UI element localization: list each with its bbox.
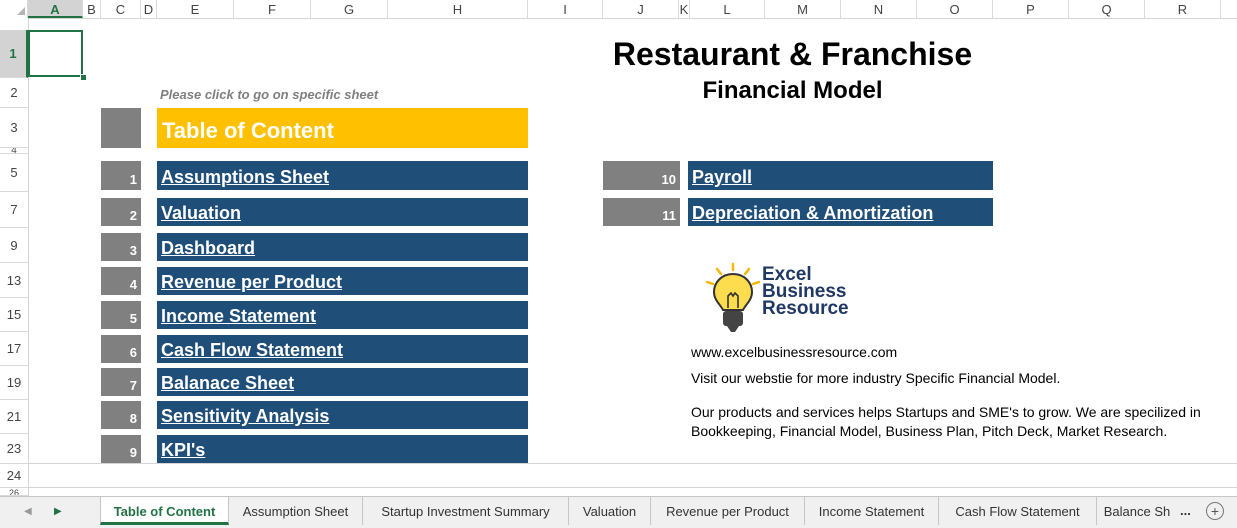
toc-number: 1 xyxy=(101,161,141,190)
row-header-19[interactable]: 19 xyxy=(0,366,28,400)
column-header-m[interactable]: M xyxy=(765,0,841,18)
column-header-i[interactable]: I xyxy=(528,0,603,18)
column-header-a[interactable]: A xyxy=(28,0,83,18)
toc-number: 4 xyxy=(101,267,141,295)
toc-link-payroll[interactable]: Payroll xyxy=(688,161,993,190)
column-header-k[interactable]: K xyxy=(679,0,690,18)
row-header-3[interactable]: 3 xyxy=(0,108,28,148)
row-header-5[interactable]: 5 xyxy=(0,154,28,192)
column-header-r[interactable]: R xyxy=(1145,0,1221,18)
row-header-bar: 1 2 3 4 5 7 9 13 15 17 19 21 23 24 26 xyxy=(0,18,29,496)
toc-link-balance-sheet[interactable]: Balanace Sheet xyxy=(157,368,528,396)
toc-number: 2 xyxy=(101,198,141,226)
toc-number: 8 xyxy=(101,401,141,429)
active-cell-a1[interactable] xyxy=(28,30,83,77)
sheet-tab-startup-investment-summary[interactable]: Startup Investment Summary xyxy=(363,497,569,525)
row-header-17[interactable]: 17 xyxy=(0,332,28,366)
sheet-tab-table-of-content[interactable]: Table of Content xyxy=(100,497,229,525)
row-header-24[interactable]: 24 xyxy=(0,464,28,488)
toc-link-income-statement[interactable]: Income Statement xyxy=(157,301,528,329)
row-header-7[interactable]: 7 xyxy=(0,192,28,228)
toc-link-sensitivity-analysis[interactable]: Sensitivity Analysis xyxy=(157,401,528,429)
select-all-triangle-icon xyxy=(17,7,25,15)
toc-number: 5 xyxy=(101,301,141,329)
website-url[interactable]: www.excelbusinessresource.com xyxy=(691,344,897,360)
toc-link-revenue-per-product[interactable]: Revenue per Product xyxy=(157,267,528,295)
lightbulb-icon xyxy=(705,262,760,332)
toc-link-kpis[interactable]: KPI's xyxy=(157,435,528,463)
sheet-tab-bar: ◀ ▶ Table of Content Assumption Sheet St… xyxy=(0,496,1237,528)
column-header-b[interactable]: B xyxy=(83,0,101,18)
column-header-f[interactable]: F xyxy=(234,0,311,18)
sheet-tab-revenue-per-product[interactable]: Revenue per Product xyxy=(651,497,805,525)
page-title: Restaurant & Franchise xyxy=(612,36,973,72)
toc-header-box xyxy=(101,108,141,148)
row-gridline xyxy=(28,487,1237,488)
toc-header: Table of Content xyxy=(157,108,528,148)
instruction-hint: Please click to go on specific sheet xyxy=(160,87,379,102)
toc-link-assumptions-sheet[interactable]: Assumptions Sheet xyxy=(157,161,528,190)
row-header-1[interactable]: 1 xyxy=(0,30,28,78)
row-header-26[interactable]: 26 xyxy=(0,488,28,496)
toc-link-depreciation-amortization[interactable]: Depreciation & Amortization xyxy=(688,198,993,226)
row-header-15[interactable]: 15 xyxy=(0,298,28,332)
column-header-q[interactable]: Q xyxy=(1069,0,1145,18)
scroll-tabs-left-icon[interactable]: ◀ xyxy=(24,506,32,517)
more-tabs-button[interactable]: ... xyxy=(1180,503,1191,518)
about-line-1: Our products and services helps Startups… xyxy=(691,404,1201,420)
toc-link-cash-flow-statement[interactable]: Cash Flow Statement xyxy=(157,335,528,363)
column-header-n[interactable]: N xyxy=(841,0,917,18)
sheet-tab-valuation[interactable]: Valuation xyxy=(569,497,651,525)
toc-number: 7 xyxy=(101,368,141,396)
row-header-13[interactable]: 13 xyxy=(0,263,28,298)
column-header-e[interactable]: E xyxy=(157,0,234,18)
visit-text: Visit our webstie for more industry Spec… xyxy=(691,370,1061,386)
column-header-l[interactable]: L xyxy=(690,0,765,18)
sheet-tab-assumption-sheet[interactable]: Assumption Sheet xyxy=(229,497,363,525)
toc-number: 11 xyxy=(603,198,680,226)
column-header-g[interactable]: G xyxy=(311,0,388,18)
sheet-tab-cash-flow-statement[interactable]: Cash Flow Statement xyxy=(939,497,1097,525)
page-subtitle: Financial Model xyxy=(702,77,883,104)
row-gridline xyxy=(28,463,1237,464)
toc-link-valuation[interactable]: Valuation xyxy=(157,198,528,226)
row-header-9[interactable]: 9 xyxy=(0,228,28,263)
add-sheet-icon[interactable]: + xyxy=(1206,502,1224,520)
column-header-bar: A B C D E F G H I J K L M N O P Q R xyxy=(0,0,1237,19)
sheet-tab-balance-sheet[interactable]: Balance Sh xyxy=(1097,497,1177,525)
sheet-tab-income-statement[interactable]: Income Statement xyxy=(805,497,939,525)
column-header-h[interactable]: H xyxy=(388,0,528,18)
column-header-o[interactable]: O xyxy=(917,0,993,18)
toc-number: 3 xyxy=(101,233,141,261)
toc-number: 9 xyxy=(101,435,141,463)
logo-text: Excel Business Resource xyxy=(762,265,849,319)
scroll-tabs-right-icon[interactable]: ▶ xyxy=(54,506,62,517)
row-header-21[interactable]: 21 xyxy=(0,400,28,434)
column-header-p[interactable]: P xyxy=(993,0,1069,18)
row-header-2[interactable]: 2 xyxy=(0,78,28,108)
row-header-23[interactable]: 23 xyxy=(0,434,28,464)
about-line-2: Bookkeeping, Financial Model, Business P… xyxy=(691,423,1168,439)
column-header-j[interactable]: J xyxy=(603,0,679,18)
toc-link-dashboard[interactable]: Dashboard xyxy=(157,233,528,261)
toc-number: 6 xyxy=(101,335,141,363)
column-header-c[interactable]: C xyxy=(101,0,141,18)
column-header-d[interactable]: D xyxy=(141,0,157,18)
fill-handle[interactable] xyxy=(80,74,87,81)
toc-number: 10 xyxy=(603,161,680,190)
logo-line-3: Resource xyxy=(762,298,849,319)
